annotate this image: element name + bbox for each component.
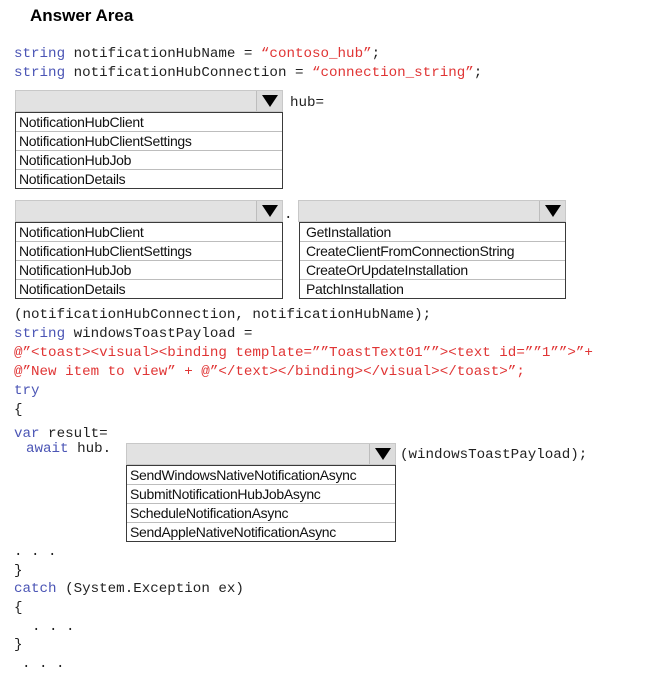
dropdown-option[interactable]: NotificationHubJob [16,261,282,280]
type-dropdown-1[interactable]: NotificationHubClient NotificationHubCli… [15,90,283,189]
code-open-brace: { [14,402,23,418]
code-line-hub-connection: string notificationHubConnection = “conn… [14,65,483,81]
method-dropdown-header[interactable] [298,200,566,222]
code-line-xml-2: @”New item to view” + @”</text></binding… [14,364,525,380]
dropdown-option[interactable]: SubmitNotificationHubJobAsync [127,485,395,504]
dropdown-option[interactable]: ScheduleNotificationAsync [127,504,395,523]
send-method-dropdown[interactable]: SendWindowsNativeNotificationAsync Submi… [126,443,396,542]
chevron-down-icon[interactable] [256,201,282,221]
hub-assign-label: hub= [290,95,325,111]
code-ellipsis: . . . [14,544,57,560]
code-try: try [14,383,40,399]
dropdown-option[interactable]: NotificationHubClientSettings [16,132,282,151]
keyword: string [14,65,66,81]
chevron-down-icon[interactable] [539,201,565,221]
send-method-dropdown-options: SendWindowsNativeNotificationAsync Submi… [126,465,396,542]
dropdown-option[interactable]: NotificationHubClientSettings [16,242,282,261]
chevron-down-icon[interactable] [369,444,395,464]
code-line-args: (notificationHubConnection, notification… [14,307,432,323]
code-line-xml-1: @”<toast><visual><binding template=””Toa… [14,345,593,361]
keyword: await [26,441,69,457]
dropdown-option[interactable]: NotificationHubClient [16,113,282,132]
dropdown-option[interactable]: CreateOrUpdateInstallation [300,261,565,280]
code-open-brace: { [14,600,23,616]
dropdown-option[interactable]: GetInstallation [300,223,565,242]
dropdown-option[interactable]: NotificationDetails [16,170,282,188]
keyword: catch [14,581,57,597]
dropdown-option[interactable]: SendWindowsNativeNotificationAsync [127,466,395,485]
type-dropdown-1-options: NotificationHubClient NotificationHubCli… [15,112,283,189]
dropdown-option[interactable]: NotificationHubClient [16,223,282,242]
keyword: string [14,46,66,62]
chevron-down-icon[interactable] [256,91,282,111]
type-dropdown-2[interactable]: NotificationHubClient NotificationHubCli… [15,200,283,299]
type-dropdown-2-header[interactable] [15,200,283,222]
dot-separator: . [284,207,293,223]
type-dropdown-2-options: NotificationHubClient NotificationHubCli… [15,222,283,299]
code-line-hub-name: string notificationHubName = “contoso_hu… [14,46,381,62]
method-dropdown-options: GetInstallation CreateClientFromConnecti… [299,222,566,299]
method-dropdown[interactable]: GetInstallation CreateClientFromConnecti… [298,200,566,299]
code-line-payload: string windowsToastPayload = [14,326,253,342]
code-ellipsis: . . . [32,619,75,635]
send-method-dropdown-header[interactable] [126,443,396,465]
dropdown-option[interactable]: NotificationHubJob [16,151,282,170]
code-ellipsis: . . . [22,656,65,672]
code-close-brace: } [14,563,23,579]
dropdown-option[interactable]: CreateClientFromConnectionString [300,242,565,261]
code-catch: catch (System.Exception ex) [14,581,244,597]
dropdown-option[interactable]: SendAppleNativeNotificationAsync [127,523,395,541]
type-dropdown-1-header[interactable] [15,90,283,112]
code-await-hub: await hub. [26,441,112,457]
answer-area-title: Answer Area [30,6,134,25]
keyword: string [14,326,66,342]
dropdown-option[interactable]: PatchInstallation [300,280,565,298]
code-close-brace: } [14,637,23,653]
dropdown-option[interactable]: NotificationDetails [16,280,282,298]
code-send-args: (windowsToastPayload); [400,447,588,463]
